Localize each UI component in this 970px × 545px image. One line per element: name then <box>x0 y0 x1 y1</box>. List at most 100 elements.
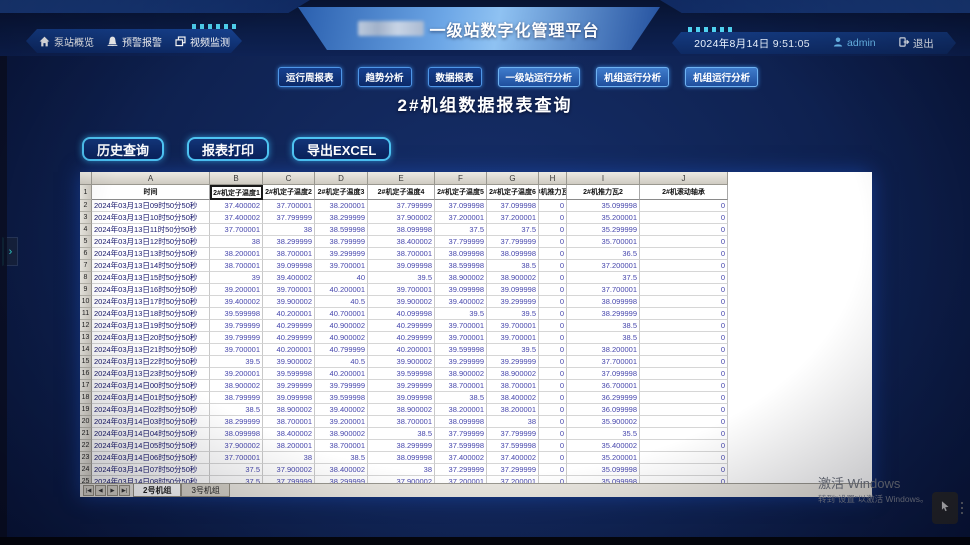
value-cell[interactable]: 37.900002 <box>368 212 435 224</box>
value-cell[interactable]: 38.099998 <box>210 428 263 440</box>
value-cell[interactable]: 37.799999 <box>435 236 487 248</box>
value-cell[interactable]: 0 <box>640 296 728 308</box>
toolbar-button-5[interactable]: 机组运行分析 <box>596 67 670 87</box>
value-cell[interactable]: 40.200001 <box>263 344 315 356</box>
value-cell[interactable]: 38.900002 <box>435 272 487 284</box>
row-number[interactable]: 5 <box>80 236 92 248</box>
value-cell[interactable]: 0 <box>539 452 567 464</box>
value-cell[interactable]: 37.599998 <box>435 440 487 452</box>
value-cell[interactable]: 39.400002 <box>435 296 487 308</box>
value-cell[interactable]: 38.299999 <box>210 416 263 428</box>
value-cell[interactable]: 38.900002 <box>487 368 539 380</box>
value-cell[interactable]: 39.700001 <box>435 332 487 344</box>
value-cell[interactable]: 39.200001 <box>210 284 263 296</box>
row-number[interactable]: 20 <box>80 416 92 428</box>
value-cell[interactable]: 37.700001 <box>210 224 263 236</box>
time-cell[interactable]: 2024年03月13日13时50分50秒 <box>92 248 210 260</box>
value-cell[interactable]: 40.200001 <box>368 344 435 356</box>
nav-item-video[interactable]: 视频监测 <box>174 34 230 49</box>
toolbar-button-4[interactable]: 一级站运行分析 <box>497 67 581 87</box>
time-cell[interactable]: 2024年03月13日17时50分50秒 <box>92 296 210 308</box>
value-cell[interactable]: 39.900002 <box>368 296 435 308</box>
value-cell[interactable]: 40.900002 <box>315 320 368 332</box>
value-cell[interactable]: 36.099998 <box>567 404 640 416</box>
value-cell[interactable]: 37.5 <box>435 224 487 236</box>
table-header-cell[interactable]: 2#机定子温度3 <box>315 185 368 200</box>
value-cell[interactable]: 37.200001 <box>435 212 487 224</box>
column-letter-J[interactable]: J <box>640 172 728 185</box>
value-cell[interactable]: 0 <box>640 416 728 428</box>
value-cell[interactable]: 0 <box>640 380 728 392</box>
sheet-tab-scroll-button[interactable]: |◀ <box>83 485 94 496</box>
value-cell[interactable]: 38.5 <box>315 452 368 464</box>
value-cell[interactable]: 0 <box>539 236 567 248</box>
table-header-cell[interactable]: 2#机定子温度1 <box>210 185 263 200</box>
value-cell[interactable]: 37.5 <box>210 464 263 476</box>
value-cell[interactable]: 36.5 <box>567 248 640 260</box>
history-query-button[interactable]: 历史查询 <box>82 137 165 161</box>
time-cell[interactable]: 2024年03月13日14时50分50秒 <box>92 260 210 272</box>
value-cell[interactable]: 39.400002 <box>315 404 368 416</box>
value-cell[interactable]: 38.700001 <box>487 380 539 392</box>
value-cell[interactable]: 40.900002 <box>315 332 368 344</box>
value-cell[interactable]: 0 <box>640 200 728 212</box>
value-cell[interactable]: 39.400002 <box>210 296 263 308</box>
value-cell[interactable]: 40.299999 <box>263 332 315 344</box>
value-cell[interactable]: 38.299999 <box>567 308 640 320</box>
value-cell[interactable]: 37.400002 <box>435 452 487 464</box>
time-cell[interactable]: 2024年03月13日12时50分50秒 <box>92 236 210 248</box>
value-cell[interactable]: 0 <box>539 368 567 380</box>
value-cell[interactable]: 39.299999 <box>487 356 539 368</box>
column-letter-F[interactable]: F <box>435 172 487 185</box>
value-cell[interactable]: 38.299999 <box>368 440 435 452</box>
row-number[interactable]: 11 <box>80 308 92 320</box>
value-cell[interactable]: 0 <box>640 464 728 476</box>
row-number[interactable]: 24 <box>80 464 92 476</box>
value-cell[interactable]: 0 <box>539 284 567 296</box>
time-cell[interactable]: 2024年03月13日22时50分50秒 <box>92 356 210 368</box>
row-number[interactable]: 3 <box>80 212 92 224</box>
value-cell[interactable]: 38.099998 <box>368 224 435 236</box>
value-cell[interactable]: 39.099998 <box>263 260 315 272</box>
value-cell[interactable]: 38 <box>368 464 435 476</box>
value-cell[interactable]: 39.299999 <box>487 296 539 308</box>
sheet-corner-cell[interactable] <box>80 172 92 185</box>
table-header-cell[interactable]: 时间 <box>92 185 210 200</box>
value-cell[interactable]: 38.599998 <box>315 224 368 236</box>
value-cell[interactable]: 38.5 <box>210 404 263 416</box>
row-number[interactable]: 23 <box>80 452 92 464</box>
table-header-cell[interactable]: 2#机定子温度6 <box>487 185 539 200</box>
time-cell[interactable]: 2024年03月14日03时50分50秒 <box>92 416 210 428</box>
value-cell[interactable]: 38.400002 <box>263 428 315 440</box>
column-letter-G[interactable]: G <box>487 172 539 185</box>
table-header-cell[interactable]: 2#机定子温度5 <box>435 185 487 200</box>
value-cell[interactable]: 0 <box>539 332 567 344</box>
value-cell[interactable]: 37.700001 <box>263 200 315 212</box>
time-cell[interactable]: 2024年03月13日19时50分50秒 <box>92 320 210 332</box>
value-cell[interactable]: 38.799999 <box>210 392 263 404</box>
time-cell[interactable]: 2024年03月13日20时50分50秒 <box>92 332 210 344</box>
row-number[interactable]: 9 <box>80 284 92 296</box>
value-cell[interactable]: 0 <box>640 236 728 248</box>
value-cell[interactable]: 39.299999 <box>315 248 368 260</box>
value-cell[interactable]: 40.299999 <box>368 332 435 344</box>
value-cell[interactable]: 39.099998 <box>487 284 539 296</box>
report-print-button[interactable]: 报表打印 <box>187 137 270 161</box>
value-cell[interactable]: 38.700001 <box>263 416 315 428</box>
value-cell[interactable]: 39.099998 <box>435 284 487 296</box>
value-cell[interactable]: 38.700001 <box>315 440 368 452</box>
row-number[interactable]: 12 <box>80 320 92 332</box>
time-cell[interactable]: 2024年03月14日04时50分50秒 <box>92 428 210 440</box>
value-cell[interactable]: 38.099998 <box>487 248 539 260</box>
value-cell[interactable]: 39.299999 <box>368 380 435 392</box>
value-cell[interactable]: 38 <box>263 452 315 464</box>
value-cell[interactable]: 39.700001 <box>487 320 539 332</box>
value-cell[interactable]: 39.900002 <box>263 296 315 308</box>
value-cell[interactable]: 37.599998 <box>487 440 539 452</box>
row-number[interactable]: 13 <box>80 332 92 344</box>
value-cell[interactable]: 0 <box>539 428 567 440</box>
value-cell[interactable]: 40 <box>315 272 368 284</box>
value-cell[interactable]: 0 <box>539 296 567 308</box>
sheet-tab-scroll-button[interactable]: ▶| <box>119 485 130 496</box>
value-cell[interactable]: 0 <box>539 464 567 476</box>
